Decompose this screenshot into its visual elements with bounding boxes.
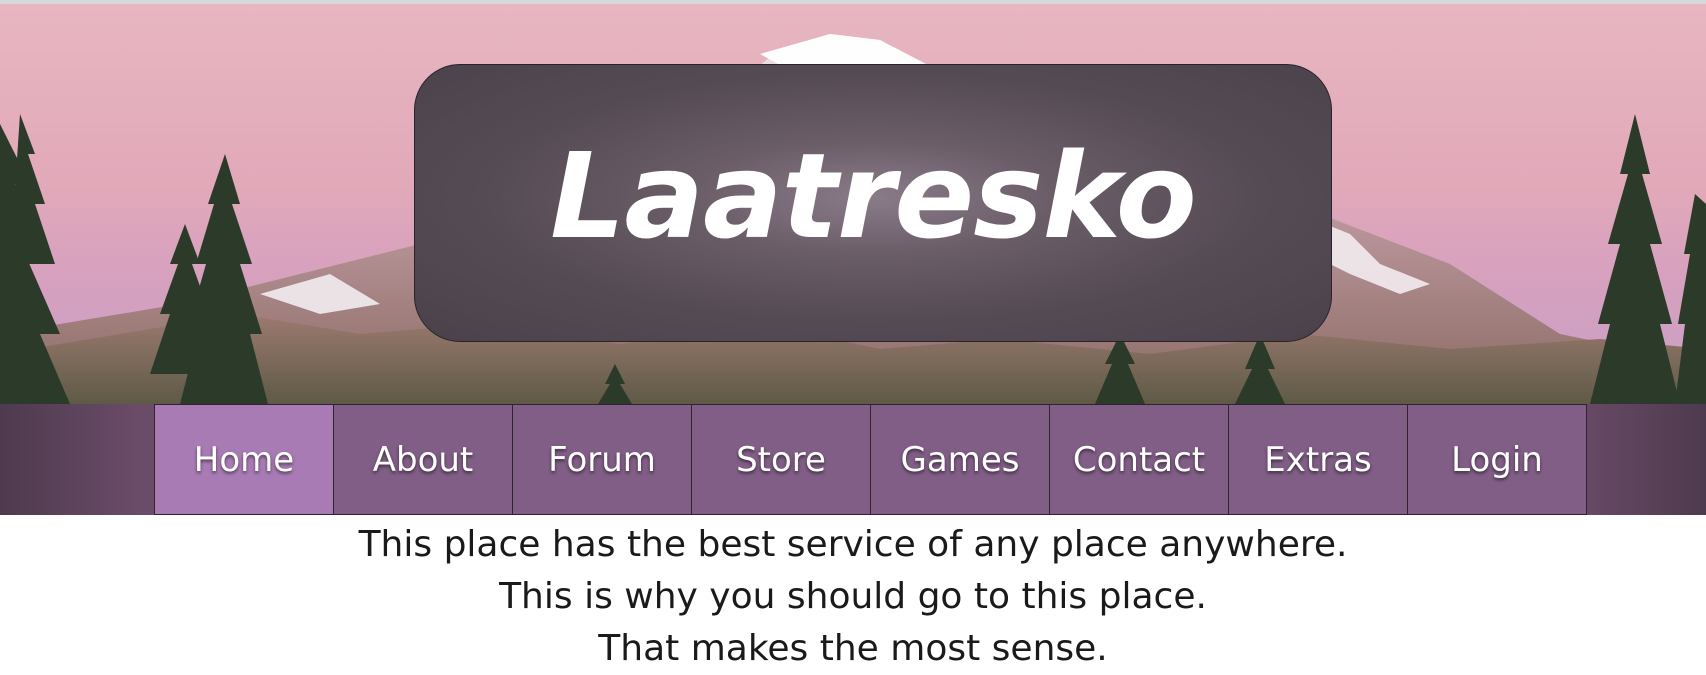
nav-menu: Home About Forum Store Games Contact Ext… bbox=[154, 404, 1587, 515]
nav-item-about[interactable]: About bbox=[333, 404, 513, 515]
site-title: Laatresko bbox=[550, 127, 1197, 265]
nav-item-login[interactable]: Login bbox=[1407, 404, 1587, 515]
nav-item-store[interactable]: Store bbox=[691, 404, 871, 515]
nav-item-forum[interactable]: Forum bbox=[512, 404, 692, 515]
content-line: That makes the most sense. bbox=[598, 628, 1108, 669]
content-line: This place has the best service of any p… bbox=[358, 524, 1348, 565]
content-line: This is why you should go to this place. bbox=[499, 576, 1207, 617]
site-title-panel: Laatresko bbox=[414, 64, 1332, 342]
main-content: This place has the best service of any p… bbox=[0, 515, 1706, 675]
nav-item-games[interactable]: Games bbox=[870, 404, 1050, 515]
main-navigation: Home About Forum Store Games Contact Ext… bbox=[0, 404, 1706, 515]
nav-item-contact[interactable]: Contact bbox=[1049, 404, 1229, 515]
nav-item-home[interactable]: Home bbox=[154, 404, 334, 515]
hero-banner: Laatresko bbox=[0, 4, 1706, 404]
nav-item-extras[interactable]: Extras bbox=[1228, 404, 1408, 515]
